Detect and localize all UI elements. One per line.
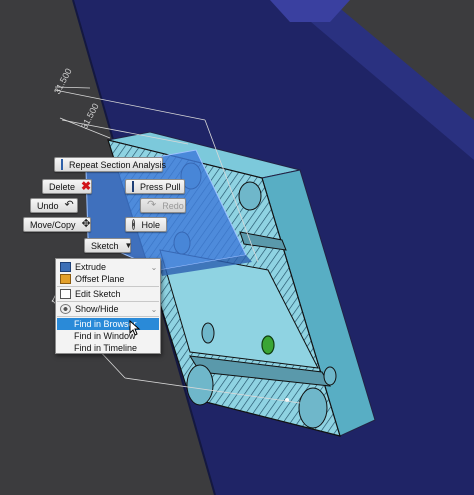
extrude-icon [60, 262, 71, 272]
move-copy-label: Move/Copy [30, 219, 76, 230]
menu-item-extrude[interactable]: Extrude ⌄ [57, 261, 159, 273]
menu-divider [57, 286, 159, 287]
menu-item-label: Offset Plane [75, 274, 125, 284]
delete-x-icon: ✖ [81, 179, 92, 193]
redo-arrow-icon: ↷ [147, 199, 157, 211]
sketch-dropdown-button[interactable]: Sketch ▼ [84, 238, 133, 253]
hole-top-right [238, 181, 262, 211]
menu-divider [57, 316, 159, 317]
menu-item-label: Find in Browser [74, 319, 137, 329]
hole-label: Hole [141, 219, 160, 230]
submenu-chevron-icon: ⌄ [150, 262, 158, 272]
viewport[interactable]: 31.500 31.500 Repeat Section Analysis De… [0, 0, 474, 495]
menu-item-label: Edit Sketch [75, 289, 121, 299]
menu-item-label: Find in Timeline [74, 343, 138, 353]
context-menu: Extrude ⌄ Offset Plane Edit Sketch Show/… [55, 258, 161, 354]
offset-plane-icon [60, 274, 71, 284]
redo-button[interactable]: ↷ Redo [140, 198, 186, 213]
menu-item-label: Extrude [75, 262, 107, 272]
move-copy-button[interactable]: Move/Copy ✥ [23, 217, 91, 232]
move-arrows-icon: ✥ [81, 218, 91, 230]
press-pull-icon [132, 181, 134, 192]
menu-item-find-in-timeline[interactable]: Find in Timeline [57, 342, 159, 354]
delete-label: Delete [49, 181, 76, 192]
menu-item-label: Show/Hide [75, 304, 119, 314]
edit-sketch-icon [60, 289, 71, 299]
chevron-down-icon: ▼ [124, 241, 133, 250]
hole-small [201, 322, 215, 344]
menu-item-label: Find in Window [74, 331, 136, 341]
undo-arrow-icon: ↶ [64, 199, 74, 211]
submenu-chevron-icon: ⌄ [150, 304, 158, 314]
undo-label: Undo [37, 200, 59, 211]
menu-item-edit-sketch[interactable]: Edit Sketch [57, 288, 159, 300]
redo-label: Redo [162, 200, 184, 211]
undo-button[interactable]: Undo ↶ [30, 198, 78, 213]
menu-item-offset-plane[interactable]: Offset Plane [57, 273, 159, 285]
menu-item-find-in-window[interactable]: Find in Window [57, 330, 159, 342]
hole-icon [132, 219, 136, 230]
hole-right-edge [323, 366, 337, 386]
menu-divider [57, 301, 159, 302]
hole-bottom-left [186, 364, 214, 406]
hole-button[interactable]: Hole [125, 217, 167, 232]
delete-button[interactable]: Delete ✖ [42, 179, 92, 194]
press-pull-label: Press Pull [140, 181, 181, 192]
menu-item-find-in-browser[interactable]: Find in Browser [57, 318, 159, 330]
menu-item-show-hide[interactable]: Show/Hide ⌄ [57, 303, 159, 315]
repeat-section-analysis-button[interactable]: Repeat Section Analysis [54, 157, 167, 172]
sketch-label: Sketch [91, 240, 119, 251]
section-analysis-icon [61, 159, 63, 170]
selected-point-green [261, 335, 275, 355]
eye-icon [60, 304, 71, 314]
press-pull-button[interactable]: Press Pull [125, 179, 185, 194]
mouse-cursor-icon [129, 320, 141, 336]
repeat-section-analysis-label: Repeat Section Analysis [69, 159, 167, 170]
hole-bottom-right [298, 387, 328, 429]
